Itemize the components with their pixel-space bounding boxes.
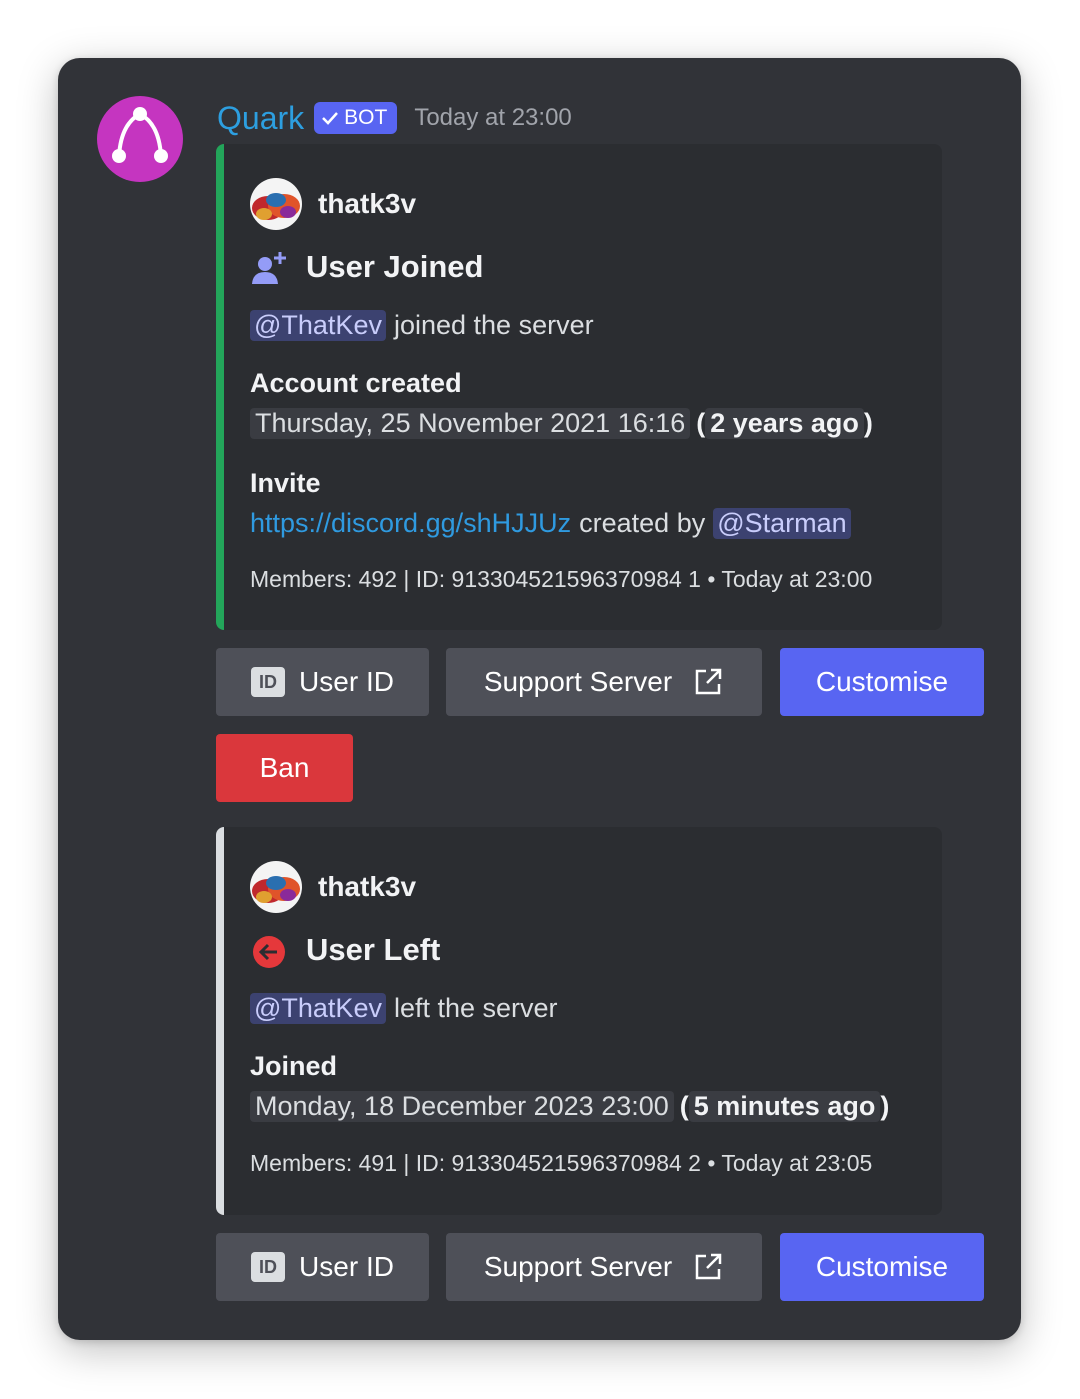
- author-name[interactable]: thatk3v: [318, 871, 416, 903]
- embed-user-left: thatk3v User Left @ThatKev left the serv…: [216, 827, 942, 1215]
- close-paren: ): [880, 1091, 890, 1121]
- invite-link[interactable]: https://discord.gg/shHJJUz: [250, 508, 571, 539]
- user-id-button[interactable]: ID User ID: [216, 1233, 429, 1301]
- customise-button[interactable]: Customise: [780, 648, 984, 716]
- user-mention[interactable]: @ThatKev: [250, 310, 386, 341]
- field-name-joined: Joined: [250, 1051, 338, 1081]
- support-server-label: Support Server: [483, 1251, 673, 1282]
- id-icon: ID: [251, 1252, 286, 1282]
- checkmark-icon: [322, 112, 339, 125]
- joined-value: Monday, 18 December 2023 23:00 (5 minute…: [250, 1091, 889, 1122]
- user-id-button[interactable]: ID User ID: [216, 648, 429, 716]
- embed-title-text: User Left: [306, 932, 441, 967]
- customise-label: Customise: [815, 666, 949, 697]
- support-server-button[interactable]: Support Server: [446, 1233, 762, 1301]
- id-icon: ID: [251, 667, 286, 697]
- leave-arrow-icon: [250, 931, 288, 969]
- user-add-icon: [250, 248, 288, 286]
- bot-avatar[interactable]: [97, 96, 183, 182]
- embed-user-joined: thatk3v User Joined @ThatKev joined the …: [216, 144, 942, 630]
- leave-description: @ThatKev left the server: [250, 993, 558, 1024]
- embed-title: User Left: [250, 931, 440, 969]
- field-name-account-created: Account created: [250, 368, 462, 398]
- bot-badge: BOT: [314, 102, 398, 134]
- embed-author: thatk3v: [250, 861, 416, 913]
- embed-author: thatk3v: [250, 178, 416, 230]
- created-by-text: created by: [579, 508, 706, 538]
- embed-footer: Members: 492 | ID: 913304521596370984 1 …: [250, 566, 873, 592]
- action-text: left the server: [393, 993, 558, 1023]
- customise-button[interactable]: Customise: [780, 1233, 984, 1301]
- embed-title: User Joined: [250, 248, 483, 286]
- message-timestamp[interactable]: Today at 23:00: [414, 104, 571, 132]
- external-link-icon: [695, 1253, 722, 1280]
- account-created-relative[interactable]: 2 years ago: [705, 408, 864, 439]
- embed-accent-bar: [216, 144, 224, 630]
- ban-button[interactable]: Ban: [216, 734, 353, 802]
- open-paren: (: [679, 1091, 689, 1121]
- customise-label: Customise: [815, 1251, 949, 1282]
- user-id-label: User ID: [299, 1251, 394, 1282]
- author-avatar[interactable]: [250, 861, 302, 913]
- embed-accent-bar: [216, 827, 224, 1215]
- author-name[interactable]: thatk3v: [318, 188, 416, 220]
- account-created-date[interactable]: Thursday, 25 November 2021 16:16: [250, 408, 691, 439]
- account-created-value: Thursday, 25 November 2021 16:16 (2 year…: [250, 408, 873, 439]
- action-text: joined the server: [393, 310, 594, 340]
- user-id-label: User ID: [299, 666, 394, 697]
- external-link-icon: [695, 668, 722, 695]
- invite-value: https://discord.gg/shHJJUz created by @S…: [250, 508, 851, 539]
- inviter-mention[interactable]: @Starman: [713, 508, 851, 539]
- message-window: Quark BOT Today at 23:00 thatk3v User Jo…: [58, 58, 1021, 1340]
- join-description: @ThatKev joined the server: [250, 310, 594, 341]
- support-server-label: Support Server: [483, 666, 673, 697]
- field-name-invite: Invite: [250, 468, 321, 498]
- close-paren: ): [863, 408, 873, 438]
- support-server-button[interactable]: Support Server: [446, 648, 762, 716]
- embed-title-text: User Joined: [306, 249, 484, 284]
- embed-footer: Members: 491 | ID: 913304521596370984 2 …: [250, 1150, 873, 1176]
- user-mention[interactable]: @ThatKev: [250, 993, 386, 1024]
- author-avatar[interactable]: [250, 178, 302, 230]
- message-header: Quark BOT Today at 23:00: [217, 96, 572, 140]
- ban-label: Ban: [259, 752, 310, 783]
- bot-username[interactable]: Quark: [217, 100, 304, 137]
- joined-date[interactable]: Monday, 18 December 2023 23:00: [250, 1091, 674, 1122]
- bot-badge-label: BOT: [344, 106, 388, 129]
- joined-relative[interactable]: 5 minutes ago: [688, 1091, 881, 1122]
- open-paren: (: [696, 408, 706, 438]
